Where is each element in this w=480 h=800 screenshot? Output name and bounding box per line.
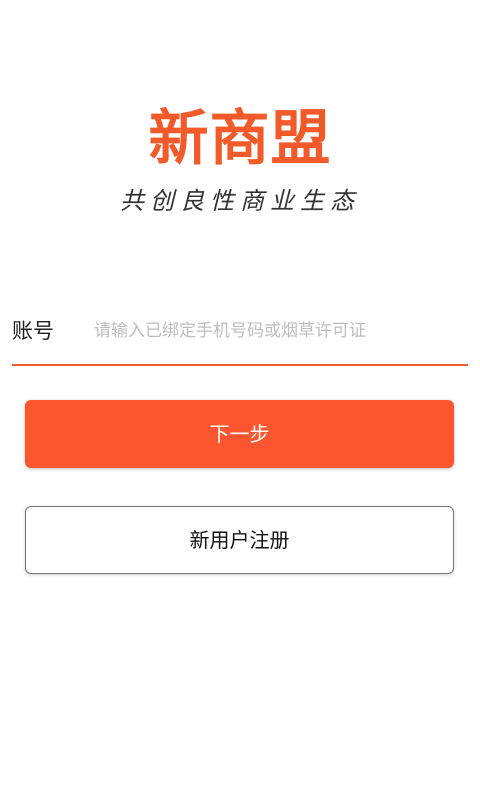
- account-label: 账号: [12, 319, 54, 343]
- brand-slogan: 共创良性商业生态: [120, 187, 360, 215]
- brand-logo: 新商盟 共创良性商业生态: [0, 100, 480, 216]
- account-field-row: 账号: [12, 306, 468, 366]
- account-input[interactable]: [94, 314, 464, 348]
- next-step-button[interactable]: 下一步: [25, 400, 454, 468]
- brand-name: 新商盟: [148, 104, 332, 174]
- new-user-register-button[interactable]: 新用户注册: [25, 506, 454, 574]
